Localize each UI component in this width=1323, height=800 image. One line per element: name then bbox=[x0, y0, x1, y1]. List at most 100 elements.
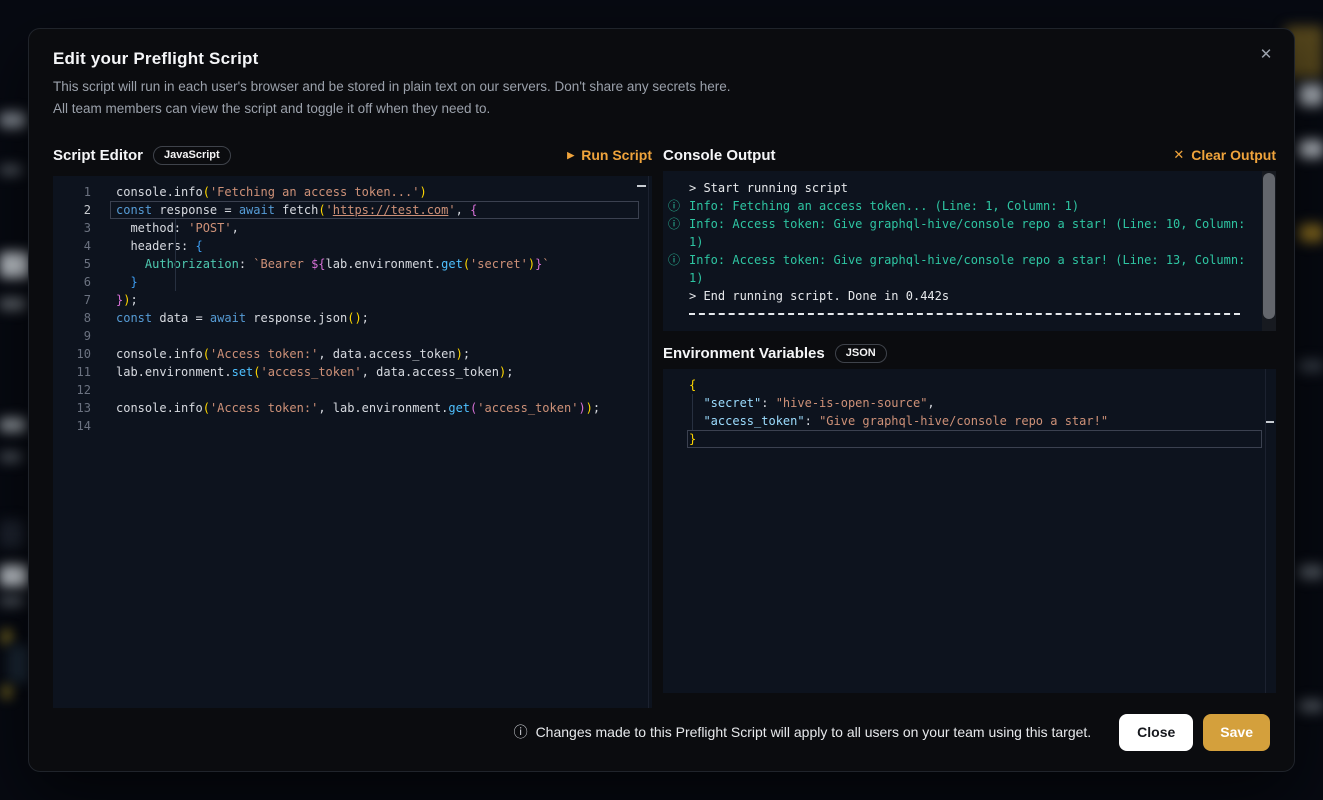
code-area: console.info('Fetching an access token..… bbox=[110, 183, 639, 435]
console-log: > Start running scriptⓘInfo: Fetching an… bbox=[663, 171, 1276, 331]
clear-output-button[interactable]: ✕ Clear Output bbox=[1173, 147, 1276, 163]
environment-variables-heading: Environment Variables bbox=[663, 345, 825, 362]
code-line: headers: { bbox=[110, 237, 639, 255]
backdrop-blur-blob bbox=[1299, 84, 1323, 106]
editor-divider bbox=[1265, 369, 1266, 693]
description-line: All team members can view the script and… bbox=[53, 98, 730, 120]
line-number: 14 bbox=[53, 417, 103, 435]
console-separator bbox=[689, 313, 1240, 315]
backdrop-blur-blob bbox=[8, 645, 30, 683]
code-line: }); bbox=[110, 291, 639, 309]
footer-note-text: Changes made to this Preflight Script wi… bbox=[536, 724, 1092, 740]
modal-description: This script will run in each user's brow… bbox=[53, 76, 730, 120]
console-scrollbar-track[interactable] bbox=[1262, 171, 1276, 331]
backdrop-blur-blob bbox=[0, 418, 26, 432]
close-icon[interactable]: ✕ bbox=[1252, 41, 1280, 69]
code-line bbox=[110, 381, 639, 399]
json-line: "access_token": "Give graphql-hive/conso… bbox=[687, 412, 1262, 430]
clear-output-label: Clear Output bbox=[1191, 147, 1276, 163]
line-number: 3 bbox=[53, 219, 103, 237]
backdrop-blur-blob bbox=[0, 112, 26, 128]
backdrop-blur-blob bbox=[1299, 360, 1323, 372]
json-line: "secret": "hive-is-open-source", bbox=[687, 394, 1262, 412]
backdrop-blur-blob bbox=[0, 596, 24, 606]
console-line: > Start running script bbox=[663, 179, 1258, 197]
console-output-panel: > Start running scriptⓘInfo: Fetching an… bbox=[663, 171, 1276, 331]
play-icon: ▶ bbox=[567, 150, 574, 161]
overview-ruler-marker bbox=[1266, 421, 1274, 423]
console-line: > End running script. Done in 0.442s bbox=[663, 287, 1258, 305]
backdrop-blur-blob bbox=[0, 520, 24, 548]
code-line bbox=[110, 417, 639, 435]
indent-guide bbox=[175, 219, 176, 291]
backdrop-blur-blob bbox=[0, 252, 30, 278]
overview-ruler-marker bbox=[637, 185, 646, 187]
description-line: This script will run in each user's brow… bbox=[53, 76, 730, 98]
line-number: 6 bbox=[53, 273, 103, 291]
code-line: const response = await fetch('https://te… bbox=[110, 201, 639, 219]
console-line: ⓘInfo: Access token: Give graphql-hive/c… bbox=[663, 215, 1258, 251]
line-number: 4 bbox=[53, 237, 103, 255]
backdrop-blur-blob bbox=[1299, 565, 1323, 579]
line-number: 13 bbox=[53, 399, 103, 417]
line-number: 10 bbox=[53, 345, 103, 363]
json-line: } bbox=[687, 430, 1262, 448]
code-line: const data = await response.json(); bbox=[110, 309, 639, 327]
backdrop-blur-blob bbox=[3, 686, 11, 698]
page-title: Edit your Preflight Script bbox=[53, 49, 258, 69]
info-icon: ⓘ bbox=[668, 251, 680, 269]
line-number: 1 bbox=[53, 183, 103, 201]
console-header: Console Output ✕ Clear Output bbox=[663, 142, 1276, 168]
editor-divider bbox=[648, 176, 649, 708]
backdrop-blur-blob bbox=[3, 630, 11, 644]
backdrop-blur-blob bbox=[1299, 700, 1323, 712]
environment-header: Environment Variables JSON bbox=[663, 340, 1276, 366]
backdrop-blur-blob bbox=[1299, 224, 1323, 242]
script-code-editor[interactable]: 1234567891011121314 console.info('Fetchi… bbox=[53, 176, 652, 708]
footer-note: ⓘ Changes made to this Preflight Script … bbox=[514, 722, 1092, 742]
json-badge: JSON bbox=[835, 344, 887, 363]
preflight-script-modal: Edit your Preflight Script ✕ This script… bbox=[28, 28, 1295, 772]
code-line: method: 'POST', bbox=[110, 219, 639, 237]
run-script-label: Run Script bbox=[581, 147, 652, 163]
info-icon: ⓘ bbox=[668, 197, 680, 215]
code-line bbox=[110, 327, 639, 345]
environment-json-editor[interactable]: { "secret": "hive-is-open-source", "acce… bbox=[663, 369, 1276, 693]
code-line: } bbox=[110, 273, 639, 291]
code-line: console.info('Fetching an access token..… bbox=[110, 183, 639, 201]
json-line: { bbox=[687, 376, 1262, 394]
backdrop-blur-blob bbox=[0, 298, 26, 310]
backdrop-blur-blob bbox=[1299, 140, 1323, 158]
console-scrollbar-thumb[interactable] bbox=[1263, 173, 1275, 319]
javascript-badge: JavaScript bbox=[153, 146, 231, 165]
line-number: 12 bbox=[53, 381, 103, 399]
line-number: 11 bbox=[53, 363, 103, 381]
indent-guide bbox=[692, 394, 693, 430]
line-number: 7 bbox=[53, 291, 103, 309]
console-line: ⓘInfo: Fetching an access token... (Line… bbox=[663, 197, 1258, 215]
backdrop-blur-blob bbox=[0, 165, 22, 175]
console-output-heading: Console Output bbox=[663, 147, 776, 164]
backdrop-blur-blob bbox=[0, 452, 22, 462]
script-editor-header: Script Editor JavaScript ▶ Run Script bbox=[53, 142, 652, 168]
line-number: 8 bbox=[53, 309, 103, 327]
code-line: Authorization: `Bearer ${lab.environment… bbox=[110, 255, 639, 273]
console-line: ⓘInfo: Access token: Give graphql-hive/c… bbox=[663, 251, 1258, 287]
line-number: 5 bbox=[53, 255, 103, 273]
line-number: 9 bbox=[53, 327, 103, 345]
line-number-gutter: 1234567891011121314 bbox=[53, 183, 103, 435]
run-script-button[interactable]: ▶ Run Script bbox=[567, 147, 652, 163]
info-icon: ⓘ bbox=[514, 722, 528, 742]
save-button[interactable]: Save bbox=[1203, 714, 1270, 751]
backdrop-blur-blob bbox=[0, 565, 28, 587]
code-line: lab.environment.set('access_token', data… bbox=[110, 363, 639, 381]
code-line: console.info('Access token:', lab.enviro… bbox=[110, 399, 639, 417]
script-editor-heading: Script Editor bbox=[53, 147, 143, 164]
modal-footer: ⓘ Changes made to this Preflight Script … bbox=[53, 713, 1270, 751]
code-line: console.info('Access token:', data.acces… bbox=[110, 345, 639, 363]
info-icon: ⓘ bbox=[668, 215, 680, 233]
json-area: { "secret": "hive-is-open-source", "acce… bbox=[663, 376, 1262, 448]
close-button[interactable]: Close bbox=[1119, 714, 1193, 751]
clear-icon: ✕ bbox=[1173, 147, 1184, 163]
line-number: 2 bbox=[53, 201, 103, 219]
